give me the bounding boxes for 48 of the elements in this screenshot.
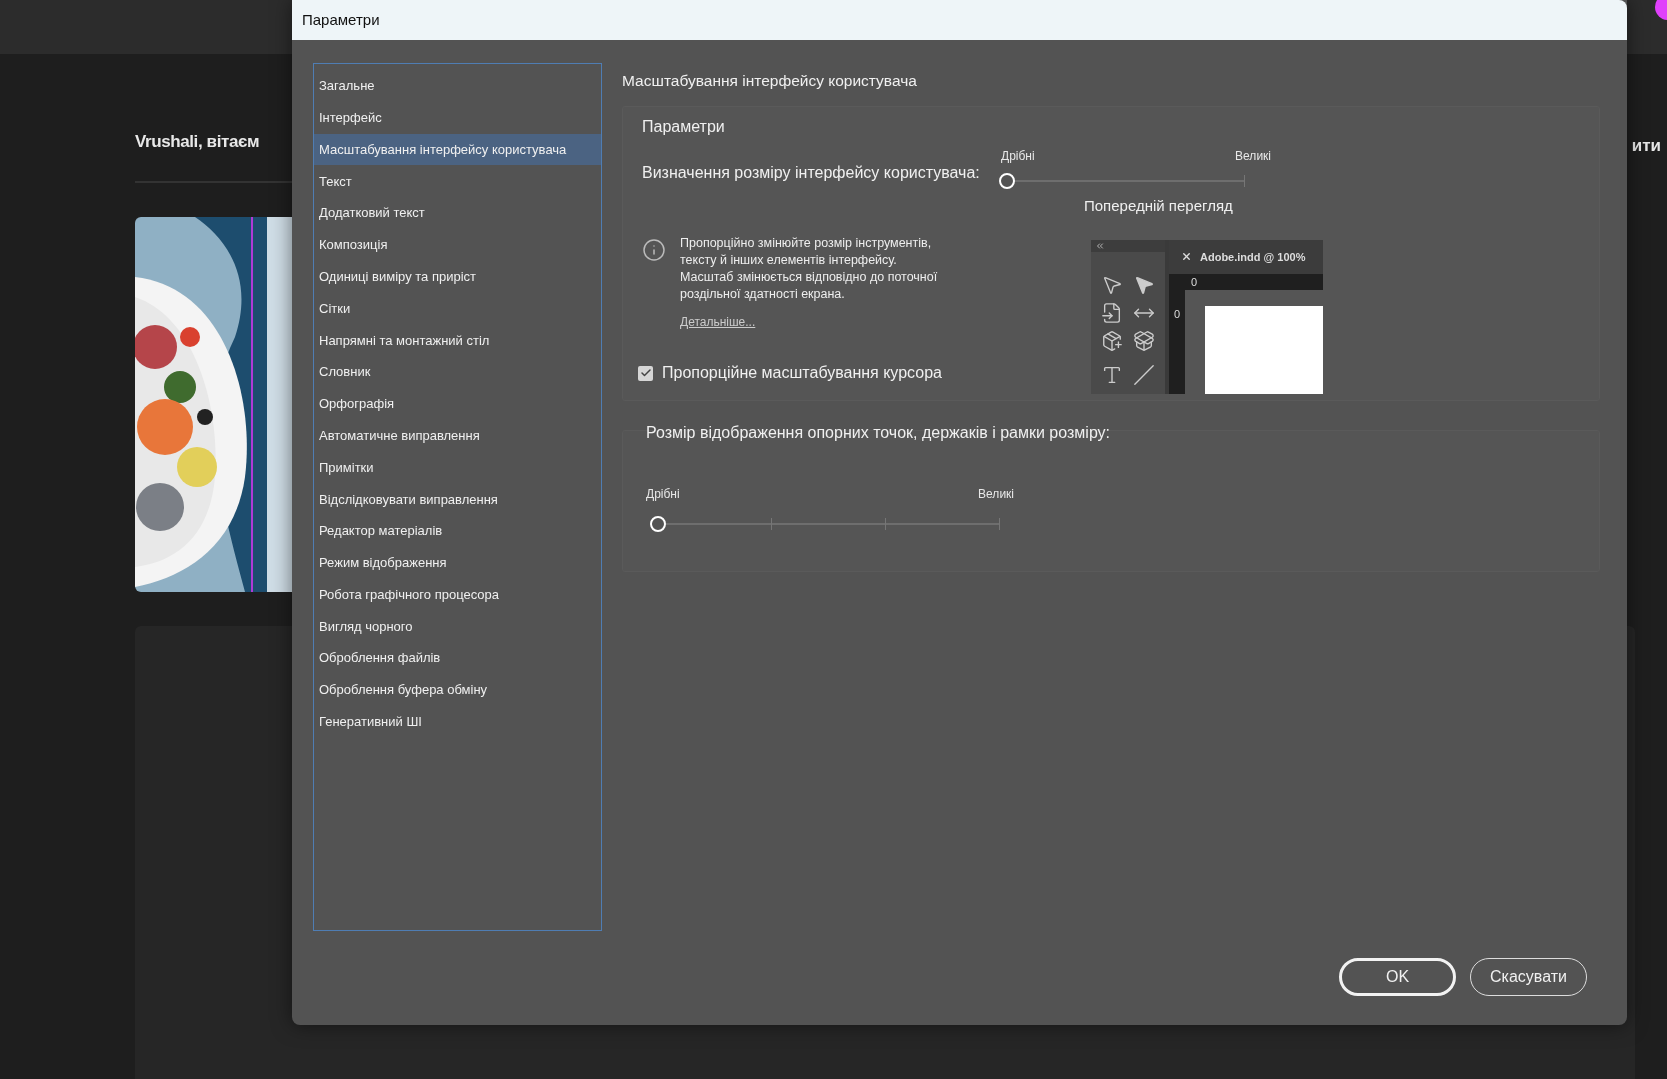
category-item[interactable]: Напрямні та монтажний стіл — [314, 324, 601, 357]
min-label: Дрібні — [646, 486, 680, 504]
max-label: Великі — [978, 486, 1014, 504]
category-item[interactable]: Генеративний ШІ — [314, 705, 601, 738]
info-text: Пропорційно змінюйте розмір інструментів, тексту й інших елементів інтерфейсу. Масштаб змінюється відповідно до поточної роздільної здатності екрана. — [680, 235, 938, 304]
category-item[interactable]: Сітки — [314, 292, 601, 325]
slider-label: Визначення розміру інтерфейсу користувача: — [642, 163, 981, 184]
info-icon — [642, 238, 666, 263]
min-label: Дрібні — [1001, 148, 1035, 166]
category-item[interactable]: Масштабування інтерфейсу користувача — [314, 133, 601, 166]
group-title: Параметри — [642, 117, 726, 138]
ruler-label: 0 — [1173, 306, 1181, 322]
slider-thumb[interactable] — [650, 516, 666, 533]
header-link[interactable]: ити — [1631, 129, 1661, 159]
category-item[interactable]: Примітки — [314, 451, 601, 484]
category-item[interactable]: Композиція — [314, 229, 601, 261]
category-item[interactable]: Режим відображення — [314, 546, 601, 579]
max-label: Великі — [1235, 148, 1271, 166]
category-item[interactable]: Автоматичне виправлення — [314, 419, 601, 452]
category-item[interactable]: Вигляд чорного — [314, 610, 601, 643]
collapse-icon — [1095, 240, 1105, 251]
checkbox[interactable] — [638, 365, 653, 381]
page-tool-icon[interactable] — [1101, 301, 1123, 324]
category-item[interactable]: Редактор матеріалів — [314, 515, 601, 547]
section-heading: Масштабування інтерфейсу користувача — [622, 71, 918, 91]
learn-more-link[interactable]: Детальніше... — [680, 313, 938, 332]
category-item[interactable]: Оброблення буфера обміну — [314, 674, 601, 706]
category-item[interactable]: Відслідковувати виправлення — [314, 483, 601, 516]
group-title: Розмір відображення опорних точок, держаків і рамки розміру: — [646, 423, 1112, 444]
category-item[interactable]: Робота графічного процесора — [314, 578, 601, 611]
close-icon[interactable] — [1181, 251, 1192, 263]
greeting-heading: Vrushali, вітаєм — [135, 131, 260, 153]
document-tab-title[interactable]: Adobe.indd @ 100% — [1200, 248, 1306, 265]
category-item[interactable]: Інтерфейс — [314, 101, 601, 134]
slider-thumb[interactable] — [999, 173, 1015, 190]
ruler-label: 0 — [1191, 274, 1198, 290]
preview-title: Попередній перегляд — [1084, 196, 1233, 217]
category-item[interactable]: Текст — [314, 165, 601, 198]
ok-button[interactable]: OK — [1339, 958, 1456, 996]
line-tool-icon[interactable] — [1133, 363, 1155, 386]
category-item[interactable]: Словник — [314, 356, 601, 388]
category-item[interactable]: Одиниці виміру та приріст — [314, 260, 601, 293]
dialog-title: Параметри — [302, 9, 380, 30]
category-item[interactable]: Додатковий текст — [314, 197, 601, 229]
category-item[interactable]: Орфографія — [314, 387, 601, 420]
checkbox-label: Пропорційне масштабування курсора — [662, 363, 942, 384]
category-item[interactable]: Загальне — [314, 70, 601, 102]
category-item[interactable]: Оброблення файлів — [314, 642, 601, 675]
